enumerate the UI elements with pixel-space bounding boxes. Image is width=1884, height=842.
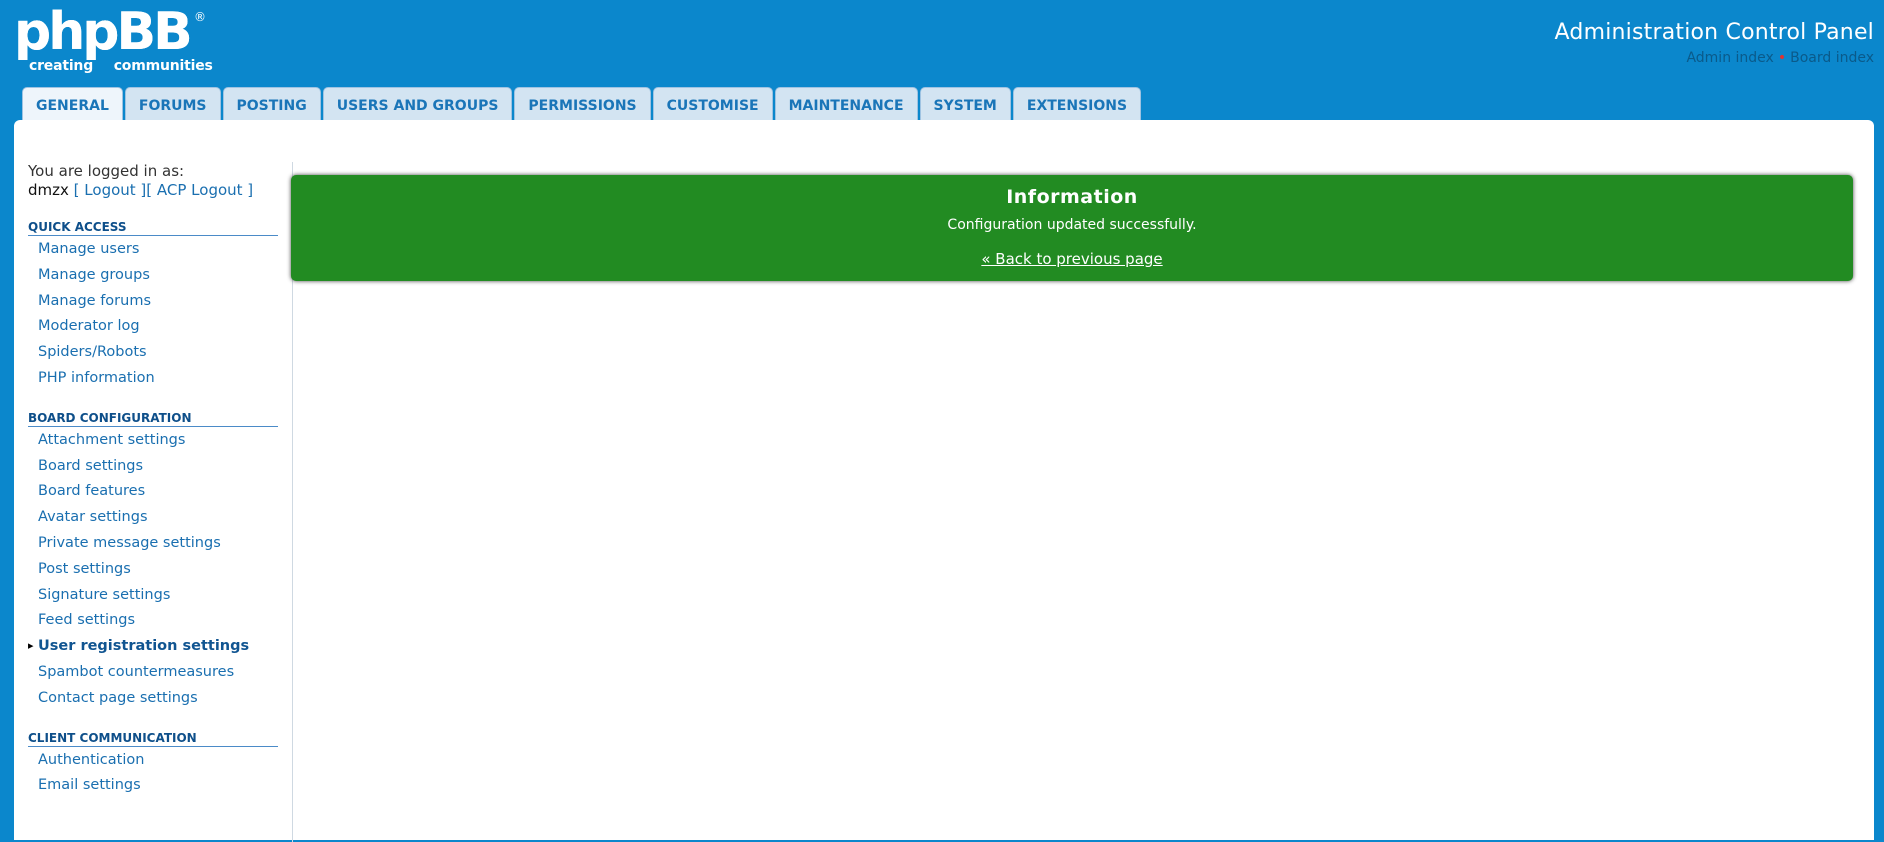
main-tabs: GENERAL FORUMS POSTING USERS AND GROUPS … (22, 87, 1142, 122)
breadcrumb-separator: • (1777, 50, 1787, 66)
tab-extensions[interactable]: EXTENSIONS (1012, 87, 1142, 121)
tab-general[interactable]: GENERAL (22, 87, 123, 122)
sidebar-item-email-settings[interactable]: Email settings (28, 772, 292, 798)
breadcrumb-board-index[interactable]: Board index (1790, 50, 1874, 66)
information-message-box: Information Configuration updated succes… (291, 175, 1853, 281)
sidebar-item-manage-forums[interactable]: Manage forums (28, 288, 292, 314)
tab-customise[interactable]: CUSTOMISE (652, 87, 773, 121)
client-communication-list: Authentication Email settings (28, 747, 292, 799)
tab-forums[interactable]: FORUMS (124, 87, 221, 121)
sidebar-item-php-information[interactable]: PHP information (28, 365, 292, 391)
logged-in-label: You are logged in as: (28, 162, 185, 180)
information-message: Configuration updated successfully. (947, 217, 1197, 233)
menu-section-board-configuration: BOARD CONFIGURATION (28, 411, 278, 427)
quick-access-list: Manage users Manage groups Manage forums… (28, 236, 292, 391)
menu-section-client-communication: CLIENT COMMUNICATION (28, 731, 278, 747)
sidebar-item-moderator-log[interactable]: Moderator log (28, 313, 292, 339)
sidebar-item-manage-users[interactable]: Manage users (28, 236, 292, 262)
sidebar-item-board-features[interactable]: Board features (28, 478, 292, 504)
logged-in-info: You are logged in as: dmzx [ Logout ][ A… (28, 162, 292, 200)
sidebar-item-user-registration-settings[interactable]: User registration settings (28, 633, 292, 659)
sidebar-item-post-settings[interactable]: Post settings (28, 556, 292, 582)
logo-text: phpBB (14, 2, 193, 62)
sidebar-item-contact-page-settings[interactable]: Contact page settings (28, 685, 292, 711)
logo-registered-mark: ® (194, 10, 206, 24)
sidebar-item-signature-settings[interactable]: Signature settings (28, 582, 292, 608)
sidebar-item-feed-settings[interactable]: Feed settings (28, 607, 292, 633)
sidebar-item-avatar-settings[interactable]: Avatar settings (28, 504, 292, 530)
logout-link[interactable]: [ Logout ] (74, 181, 147, 199)
username: dmzx (28, 181, 69, 199)
page-title: Administration Control Panel (1554, 20, 1874, 45)
sidebar-item-spambot-countermeasures[interactable]: Spambot countermeasures (28, 659, 292, 685)
sidebar-item-board-settings[interactable]: Board settings (28, 453, 292, 479)
board-configuration-list: Attachment settings Board settings Board… (28, 427, 292, 711)
tab-users-and-groups[interactable]: USERS AND GROUPS (322, 87, 513, 121)
sidebar-item-private-message-settings[interactable]: Private message settings (28, 530, 292, 556)
logo-tagline: creating communities (29, 58, 213, 74)
breadcrumb-admin-index[interactable]: Admin index (1686, 50, 1773, 66)
phpbb-logo[interactable]: phpBB ® creating communities (14, 6, 214, 76)
menu-section-quick-access: QUICK ACCESS (28, 220, 278, 236)
tab-posting[interactable]: POSTING (222, 87, 321, 121)
main-panel: You are logged in as: dmzx [ Logout ][ A… (14, 120, 1874, 842)
sidebar-item-manage-groups[interactable]: Manage groups (28, 262, 292, 288)
sidebar: You are logged in as: dmzx [ Logout ][ A… (28, 162, 293, 842)
sidebar-item-attachment-settings[interactable]: Attachment settings (28, 427, 292, 453)
breadcrumb: Admin index • Board index (1686, 50, 1874, 66)
back-to-previous-page-link[interactable]: « Back to previous page (981, 250, 1162, 268)
sidebar-item-spiders-robots[interactable]: Spiders/Robots (28, 339, 292, 365)
tab-permissions[interactable]: PERMISSIONS (514, 87, 651, 121)
tab-system[interactable]: SYSTEM (919, 87, 1011, 121)
information-title: Information (1006, 186, 1138, 208)
tab-maintenance[interactable]: MAINTENANCE (774, 87, 918, 121)
sidebar-item-authentication[interactable]: Authentication (28, 747, 292, 773)
acp-logout-link[interactable]: [ ACP Logout ] (146, 181, 253, 199)
